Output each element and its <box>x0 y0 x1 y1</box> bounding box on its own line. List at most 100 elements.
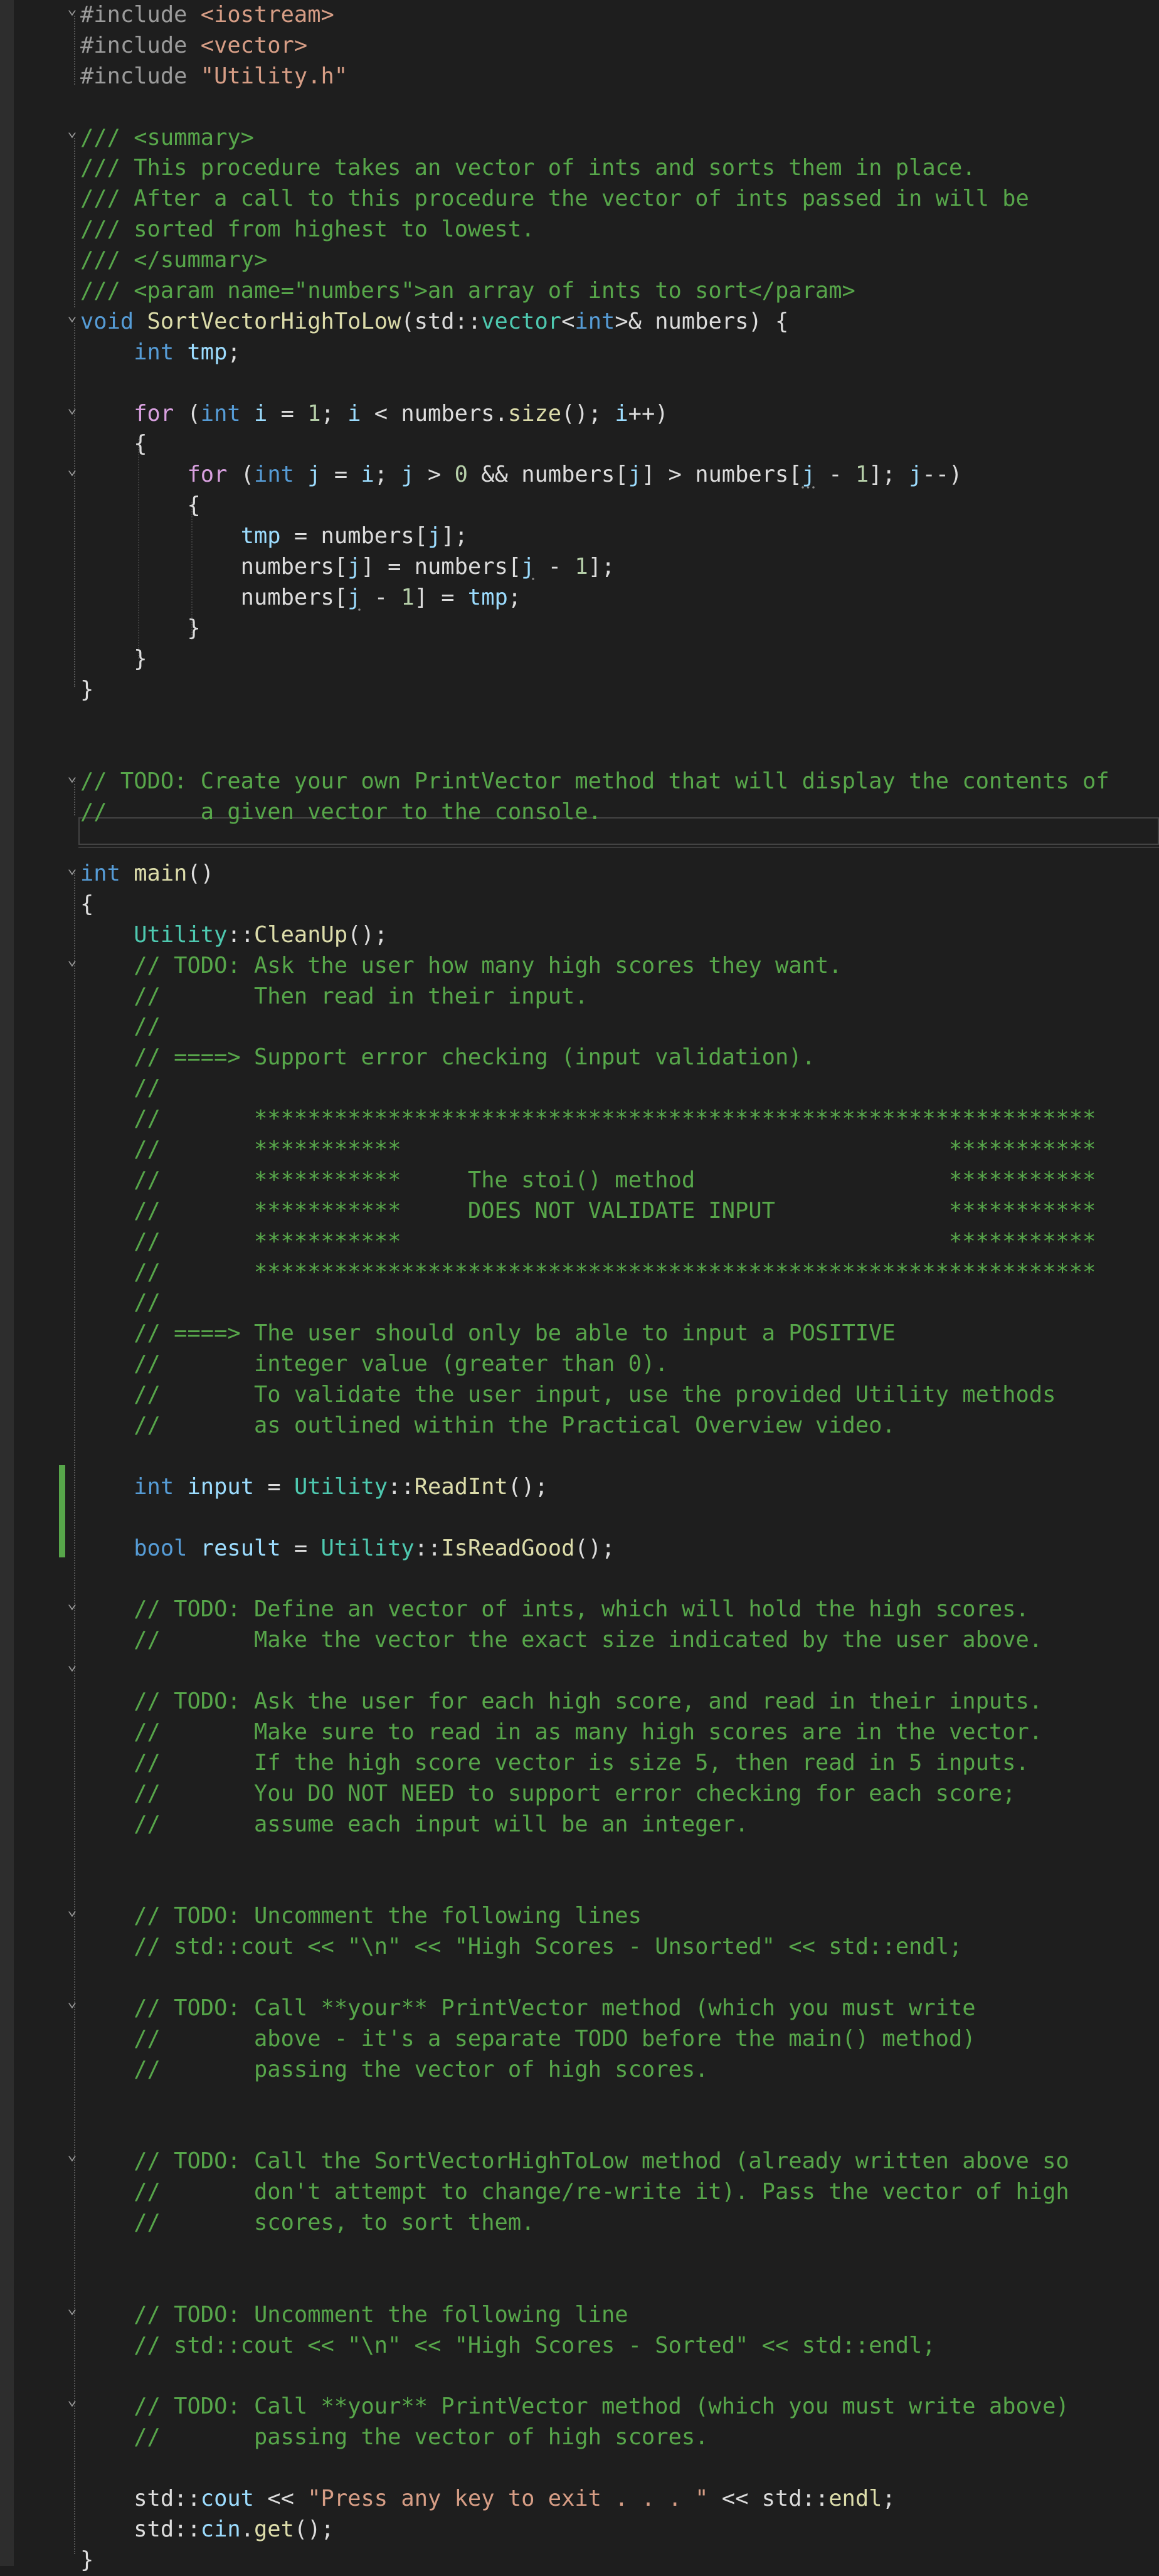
code-line[interactable]: #include <vector> <box>80 31 1109 61</box>
code-line[interactable] <box>80 1963 1109 1993</box>
code-line[interactable] <box>80 1840 1109 1870</box>
code-line[interactable] <box>80 1564 1109 1594</box>
code-line[interactable] <box>80 1441 1109 1472</box>
code-line[interactable]: // Make the vector the exact size indica… <box>80 1625 1109 1656</box>
code-editor[interactable]: ⌄ ⌄ ⌄ ⌄ ⌄ ⌄ ⌄ ⌄ ⌄ ⌄ ⌄ ⌄ ⌄ ⌄ ⌄ #include <… <box>0 0 1159 2573</box>
code-line[interactable]: // std::cout << "\n" << "High Scores - U… <box>80 1932 1109 1963</box>
code-line[interactable]: #include "Utility.h" <box>80 61 1109 92</box>
code-line[interactable]: numbers[j] = numbers[j - 1]; <box>80 552 1109 583</box>
code-line[interactable]: // Then read in their input. <box>80 982 1109 1012</box>
code-line[interactable]: // To validate the user input, use the p… <box>80 1380 1109 1411</box>
code-line[interactable]: std::cout << "Press any key to exit . . … <box>80 2484 1109 2515</box>
code-line[interactable] <box>80 2116 1109 2146</box>
code-line[interactable]: // passing the vector of high scores. <box>80 2422 1109 2453</box>
code-line[interactable] <box>80 1870 1109 1901</box>
fold-collapse-icon[interactable]: ⌄ <box>66 2146 78 2163</box>
code-line[interactable]: // You DO NOT NEED to support error chec… <box>80 1779 1109 1810</box>
code-line[interactable]: std::cin.get(); <box>80 2515 1109 2545</box>
fold-collapse-icon[interactable]: ⌄ <box>66 2300 78 2316</box>
code-line[interactable]: // ====> The user should only be able to… <box>80 1318 1109 1349</box>
fold-collapse-icon[interactable]: ⌄ <box>66 1902 78 1918</box>
code-line[interactable] <box>80 2086 1109 2116</box>
code-line[interactable]: // TODO: Call **your** PrintVector metho… <box>80 1993 1109 2024</box>
code-line[interactable]: for (int i = 1; i < numbers.size(); i++) <box>80 399 1109 430</box>
code-line[interactable]: // don't attempt to change/re-write it).… <box>80 2177 1109 2208</box>
fold-collapse-icon[interactable]: ⌄ <box>66 2392 78 2408</box>
fold-collapse-icon[interactable]: ⌄ <box>66 307 78 324</box>
code-line[interactable] <box>80 2239 1109 2269</box>
code-line[interactable]: // integer value (greater than 0). <box>80 1349 1109 1380</box>
code-line[interactable]: tmp = numbers[j]; <box>80 521 1109 552</box>
code-line[interactable]: // *************************************… <box>80 1258 1109 1288</box>
code-line[interactable]: // TODO: Call **your** PrintVector metho… <box>80 2392 1109 2422</box>
code-line[interactable]: // std::cout << "\n" << "High Scores - S… <box>80 2331 1109 2361</box>
code-line[interactable]: // TODO: Ask the user how many high scor… <box>80 951 1109 982</box>
fold-collapse-icon[interactable]: ⌄ <box>66 400 78 416</box>
code-line[interactable]: // TODO: Call the SortVectorHighToLow me… <box>80 2146 1109 2177</box>
code-line[interactable]: // ====> Support error checking (input v… <box>80 1042 1109 1073</box>
code-line[interactable] <box>80 2269 1109 2300</box>
code-line[interactable]: // TODO: Define an vector of ints, which… <box>80 1594 1109 1625</box>
code-line[interactable]: // *************************************… <box>80 1104 1109 1135</box>
fold-collapse-icon[interactable]: ⌄ <box>66 123 78 139</box>
code-line[interactable]: // scores, to sort them. <box>80 2208 1109 2239</box>
code-line[interactable]: // If the high score vector is size 5, t… <box>80 1748 1109 1779</box>
code-line[interactable] <box>80 2453 1109 2484</box>
fold-collapse-icon[interactable]: ⌄ <box>66 1656 78 1673</box>
code-line[interactable]: // *********** *********** <box>80 1135 1109 1165</box>
code-line[interactable]: // *********** The stoi() method *******… <box>80 1165 1109 1196</box>
code-line[interactable] <box>80 705 1109 736</box>
code-line[interactable]: int input = Utility::ReadInt(); <box>80 1472 1109 1503</box>
code-line[interactable]: /// After a call to this procedure the v… <box>80 184 1109 215</box>
code-line[interactable]: // *********** *********** <box>80 1227 1109 1258</box>
code-line[interactable]: int main() <box>80 859 1109 889</box>
code-line[interactable]: /// <param name="numbers">an array of in… <box>80 276 1109 307</box>
fold-collapse-icon[interactable]: ⌄ <box>66 461 78 477</box>
code-line[interactable]: int tmp; <box>80 337 1109 368</box>
code-line[interactable]: } <box>80 613 1109 644</box>
code-line[interactable]: { <box>80 429 1109 460</box>
code-line[interactable]: // passing the vector of high scores. <box>80 2055 1109 2086</box>
code-line[interactable]: // TODO: Uncomment the following lines <box>80 1901 1109 1932</box>
code-line[interactable]: numbers[j - 1] = tmp; <box>80 583 1109 613</box>
code-line[interactable]: } <box>80 675 1109 706</box>
code-line[interactable]: // <box>80 1012 1109 1042</box>
code-line[interactable]: // above - it's a separate TODO before t… <box>80 2024 1109 2055</box>
code-line[interactable]: // TODO: Uncomment the following line <box>80 2300 1109 2331</box>
code-line[interactable]: // Make sure to read in as many high sco… <box>80 1717 1109 1748</box>
fold-collapse-icon[interactable]: ⌄ <box>66 860 78 876</box>
fold-collapse-icon[interactable]: ⌄ <box>66 768 78 784</box>
code-line[interactable]: { <box>80 889 1109 920</box>
code-line[interactable] <box>80 828 1109 859</box>
fold-collapse-icon[interactable]: ⌄ <box>66 1993 78 2010</box>
code-line[interactable]: // as outlined within the Practical Over… <box>80 1411 1109 1441</box>
code-line[interactable]: bool result = Utility::IsReadGood(); <box>80 1534 1109 1564</box>
code-line[interactable]: // TODO: Ask the user for each high scor… <box>80 1687 1109 1717</box>
code-line[interactable]: // <box>80 1073 1109 1104</box>
code-area[interactable]: #include <iostream> #include <vector> #inc… <box>80 0 1109 2576</box>
fold-collapse-icon[interactable]: ⌄ <box>66 1 78 17</box>
code-line[interactable] <box>80 92 1109 123</box>
code-line[interactable]: #include <iostream> <box>80 0 1109 31</box>
code-line[interactable] <box>80 368 1109 399</box>
fold-collapse-icon[interactable]: ⌄ <box>66 1595 78 1611</box>
code-line[interactable]: /// This procedure takes an vector of in… <box>80 153 1109 184</box>
code-line[interactable]: /// <summary> <box>80 123 1109 154</box>
code-line[interactable]: } <box>80 644 1109 675</box>
code-line[interactable] <box>80 2361 1109 2392</box>
code-line[interactable]: Utility::CleanUp(); <box>80 920 1109 951</box>
code-line[interactable]: for (int j = i; j > 0 && numbers[j] > nu… <box>80 460 1109 490</box>
fold-collapse-icon[interactable]: ⌄ <box>66 951 78 968</box>
code-line[interactable]: // a given vector to the console. <box>80 797 1109 828</box>
code-line[interactable]: } <box>80 2545 1109 2576</box>
code-line[interactable]: { <box>80 490 1109 521</box>
code-line[interactable] <box>80 1503 1109 1534</box>
code-line[interactable]: /// sorted from highest to lowest. <box>80 215 1109 245</box>
code-line[interactable]: // *********** DOES NOT VALIDATE INPUT *… <box>80 1196 1109 1227</box>
code-line[interactable]: void SortVectorHighToLow(std::vector<int… <box>80 307 1109 337</box>
code-line[interactable]: // <box>80 1288 1109 1318</box>
code-line[interactable]: // TODO: Create your own PrintVector met… <box>80 766 1109 797</box>
code-line[interactable]: /// </summary> <box>80 245 1109 276</box>
code-line[interactable]: // assume each input will be an integer. <box>80 1810 1109 1840</box>
code-line[interactable] <box>80 736 1109 766</box>
